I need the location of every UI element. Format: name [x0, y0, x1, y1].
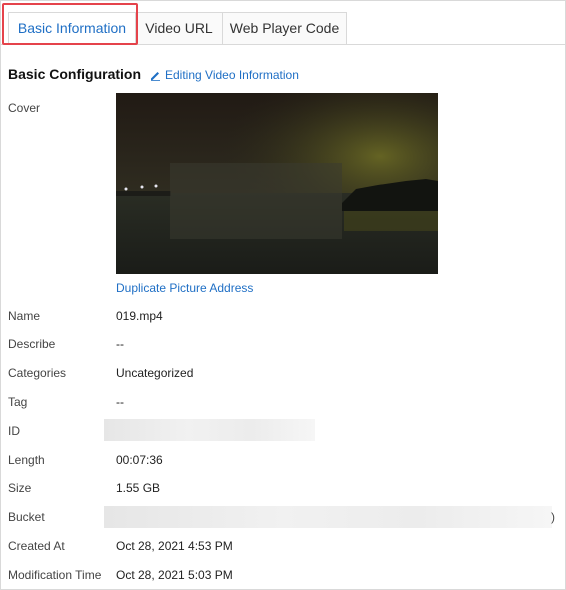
length-label: Length — [8, 453, 45, 467]
tag-label: Tag — [8, 395, 28, 409]
size-label: Size — [8, 481, 32, 495]
bucket-value-tail: ) — [551, 510, 555, 524]
id-value-redacted — [104, 419, 315, 441]
tab-web-player-code[interactable]: Web Player Code — [222, 12, 347, 44]
describe-label: Describe — [8, 337, 56, 351]
name-label: Name — [8, 309, 41, 323]
tab-video-url[interactable]: Video URL — [135, 12, 223, 44]
describe-value: -- — [116, 337, 124, 351]
tab-bar: Basic Information Video URL Web Player C… — [0, 12, 566, 45]
modification-time-label: Modification Time — [8, 568, 102, 582]
created-at-label: Created At — [8, 539, 65, 553]
edit-link-label: Editing Video Information — [165, 68, 299, 82]
cover-image — [116, 93, 438, 274]
created-at-value: Oct 28, 2021 4:53 PM — [116, 539, 233, 553]
bucket-value-redacted — [104, 506, 552, 528]
panel-frame — [0, 0, 566, 590]
bucket-label: Bucket — [8, 510, 45, 524]
duplicate-picture-address-link[interactable]: Duplicate Picture Address — [116, 281, 253, 295]
cover-label: Cover — [8, 101, 41, 115]
tag-value: -- — [116, 395, 124, 409]
id-label: ID — [8, 424, 20, 438]
pencil-icon — [150, 70, 161, 81]
categories-label: Categories — [8, 366, 67, 380]
size-value: 1.55 GB — [116, 481, 161, 495]
length-value: 00:07:36 — [116, 453, 163, 467]
categories-value: Uncategorized — [116, 366, 194, 380]
tab-basic-information[interactable]: Basic Information — [8, 12, 136, 45]
section-title: Basic Configuration — [8, 66, 142, 82]
edit-video-information-link[interactable]: Editing Video Information — [150, 68, 299, 82]
modification-time-value: Oct 28, 2021 5:03 PM — [116, 568, 233, 582]
name-value: 019.mp4 — [116, 309, 163, 323]
